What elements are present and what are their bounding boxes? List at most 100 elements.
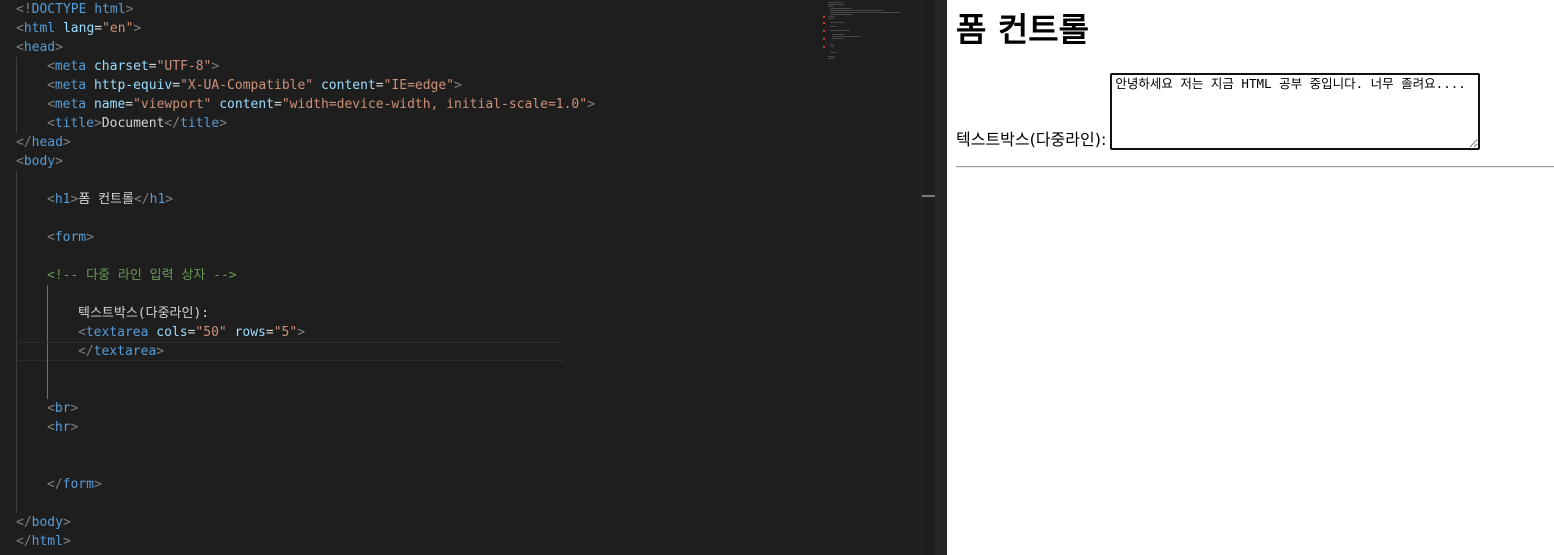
code-line[interactable]: <textarea cols="50" rows="5">: [16, 323, 564, 342]
code-token: </: [16, 135, 32, 150]
code-line[interactable]: <h1>폼 컨트롤</h1>: [16, 190, 564, 209]
indent-guide: [16, 361, 17, 380]
indent-guide: [16, 228, 17, 247]
code-line-content: <!DOCTYPE html>: [16, 2, 133, 17]
indent-guide: [16, 323, 17, 342]
code-line[interactable]: <meta http-equiv="X-UA-Compatible" conte…: [16, 76, 564, 95]
code-line[interactable]: <head>: [16, 38, 564, 57]
code-token: <: [47, 230, 55, 245]
code-line[interactable]: <!DOCTYPE html>: [16, 0, 564, 19]
code-line[interactable]: [16, 171, 564, 190]
minimap-line: [832, 38, 843, 39]
code-line[interactable]: 텍스트박스(다중라인):: [16, 304, 564, 323]
code-line[interactable]: [16, 437, 564, 456]
code-token: =: [148, 59, 157, 74]
pane-splitter[interactable]: [935, 0, 947, 555]
code-line[interactable]: [16, 361, 564, 380]
code-line[interactable]: </body>: [16, 513, 564, 532]
code-token: <: [47, 192, 55, 207]
code-token: html: [94, 2, 126, 17]
indent-guide: [47, 285, 48, 304]
indent-guide: [16, 456, 17, 475]
editor-scrollbar[interactable]: [921, 0, 935, 555]
code-token: >: [70, 401, 79, 416]
minimap-line: [830, 14, 853, 15]
code-token: 폼 컨트롤: [78, 192, 134, 207]
code-token: <: [47, 97, 55, 112]
code-line[interactable]: [16, 285, 564, 304]
code-line[interactable]: [16, 247, 564, 266]
code-token: >: [93, 477, 102, 492]
code-line[interactable]: <meta charset="UTF-8">: [16, 57, 564, 76]
code-line[interactable]: </form>: [16, 475, 564, 494]
code-line[interactable]: <meta name="viewport" content="width=dev…: [16, 95, 595, 114]
minimap-line: [830, 22, 844, 23]
browser-preview: 폼 컨트롤 텍스트박스(다중라인):: [947, 0, 1554, 555]
code-line[interactable]: <br>: [16, 399, 564, 418]
code-token: >: [156, 344, 165, 359]
code-line-content: <form>: [47, 230, 94, 245]
code-token: >: [62, 534, 71, 549]
code-token: form: [62, 477, 94, 492]
page-heading: 폼 컨트롤: [956, 10, 1089, 49]
code-line[interactable]: [16, 209, 564, 228]
code-editor[interactable]: <!DOCTYPE html> <html lang="en"> <head> <me…: [0, 0, 935, 555]
multiline-textarea[interactable]: [1110, 73, 1481, 150]
code-line[interactable]: </html>: [16, 532, 564, 551]
code-line[interactable]: <form>: [16, 228, 564, 247]
minimap-line: [830, 52, 837, 53]
code-token: <: [47, 78, 55, 93]
code-line[interactable]: <hr>: [16, 418, 564, 437]
minimap[interactable]: [820, 0, 920, 555]
code-token: title: [54, 116, 94, 131]
code-token: =: [274, 97, 282, 112]
code-line-content: </head>: [16, 135, 71, 150]
code-token: "UTF-8": [156, 59, 212, 74]
code-line-content: <textarea cols="50" rows="5">: [78, 325, 305, 340]
code-token: >: [133, 21, 142, 36]
code-line-content: <title>Document</title>: [47, 116, 227, 131]
code-token: <!-- 다중 라인 입력 상자 -->: [47, 268, 237, 283]
code-token: <: [16, 21, 24, 36]
minimap-error-dot: [823, 38, 825, 40]
code-line[interactable]: <title>Document</title>: [16, 114, 564, 133]
indent-guide: [47, 323, 48, 342]
code-line-content: <head>: [16, 40, 63, 55]
minimap-line: [830, 26, 836, 27]
code-line[interactable]: </textarea>: [16, 342, 564, 362]
code-token: Document: [101, 116, 165, 131]
minimap-line: [828, 58, 835, 59]
code-token: "X-UA-Compatible": [180, 78, 314, 93]
code-token: head: [23, 40, 56, 55]
code-line[interactable]: <!-- 다중 라인 입력 상자 -->: [16, 266, 564, 285]
code-token: >: [70, 420, 79, 435]
code-lines[interactable]: <!DOCTYPE html> <html lang="en"> <head> <me…: [16, 0, 595, 551]
code-area[interactable]: <!DOCTYPE html> <html lang="en"> <head> <me…: [0, 0, 820, 555]
code-line[interactable]: [16, 380, 564, 399]
code-token: <!: [16, 2, 32, 17]
code-token: br: [54, 401, 71, 416]
code-line[interactable]: <body>: [16, 152, 564, 171]
code-token: =: [265, 325, 274, 340]
code-token: <: [16, 40, 24, 55]
code-line[interactable]: [16, 494, 564, 513]
code-token: h1: [149, 192, 166, 207]
code-token: content: [219, 97, 275, 112]
code-token: textarea: [85, 325, 149, 340]
code-token: =: [94, 21, 103, 36]
minimap-line: [830, 46, 834, 47]
code-line[interactable]: </head>: [16, 133, 564, 152]
code-token: "width=device-width, initial-scale=1.0": [281, 97, 588, 112]
code-line-content: <html lang="en">: [16, 21, 141, 36]
code-token: "viewport": [133, 97, 212, 112]
code-line-content: </body>: [16, 515, 71, 530]
minimap-line: [830, 44, 834, 45]
code-line[interactable]: <html lang="en">: [16, 19, 564, 38]
minimap-error-dot: [823, 22, 825, 24]
indent-guide: [16, 343, 17, 362]
code-token: "50": [195, 325, 227, 340]
code-line[interactable]: [16, 456, 564, 475]
